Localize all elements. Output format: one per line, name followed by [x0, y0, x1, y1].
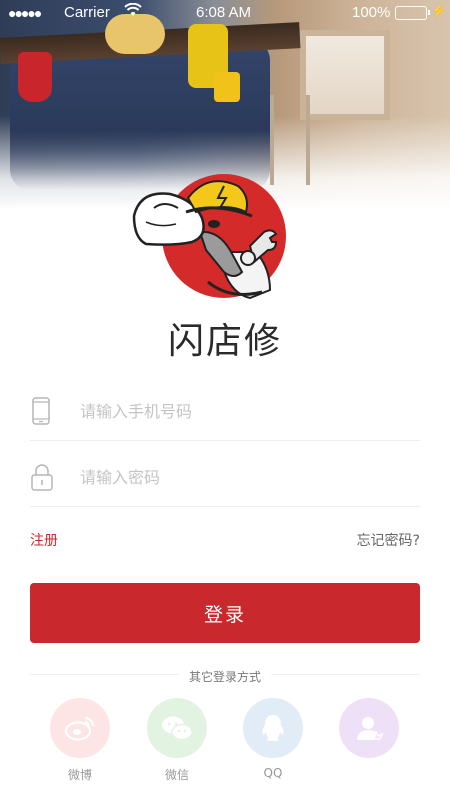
carrier-label: Carrier — [64, 4, 110, 21]
weibo-label: 微博 — [67, 768, 92, 782]
password-input[interactable] — [80, 459, 410, 495]
charging-icon: ⚡ — [431, 3, 448, 18]
account-login-button[interactable] — [338, 698, 400, 766]
qq-login-button[interactable]: QQ — [242, 698, 304, 780]
background-tape-measure — [214, 72, 240, 102]
qq-icon[interactable] — [243, 698, 303, 758]
signal-icon: ●●●●● — [8, 5, 42, 21]
phone-icon — [30, 397, 56, 425]
login-button[interactable]: 登录 — [30, 583, 420, 643]
wechat-icon[interactable] — [147, 698, 207, 758]
other-login-title: 其它登录方式 — [0, 666, 450, 685]
background-window — [300, 30, 390, 120]
lock-icon — [30, 463, 56, 491]
register-link[interactable]: 注册 — [30, 530, 58, 550]
background-red-tool — [18, 52, 52, 102]
app-name: 闪店修 — [167, 321, 282, 362]
forgot-password-link[interactable]: 忘记密码? — [357, 530, 420, 550]
weibo-icon[interactable] — [50, 698, 110, 758]
wifi-icon — [124, 2, 142, 22]
wechat-label: 微信 — [164, 768, 189, 782]
status-bar: ●●●●● Carrier 6:08 AM 100% ⚡ — [0, 0, 450, 26]
wechat-login-button[interactable]: 微信 — [146, 698, 208, 783]
battery-icon — [395, 6, 430, 20]
weibo-login-button[interactable]: 微博 — [49, 698, 111, 783]
qq-label: QQ — [263, 766, 283, 780]
status-time: 6:08 AM — [196, 4, 252, 21]
app-logo — [130, 172, 290, 304]
user-icon[interactable] — [339, 698, 399, 758]
password-field — [30, 447, 420, 507]
other-login-title-text: 其它登录方式 — [178, 670, 271, 684]
phone-input[interactable] — [80, 393, 410, 429]
phone-field — [30, 381, 420, 441]
battery-percent: 100% — [352, 4, 391, 21]
